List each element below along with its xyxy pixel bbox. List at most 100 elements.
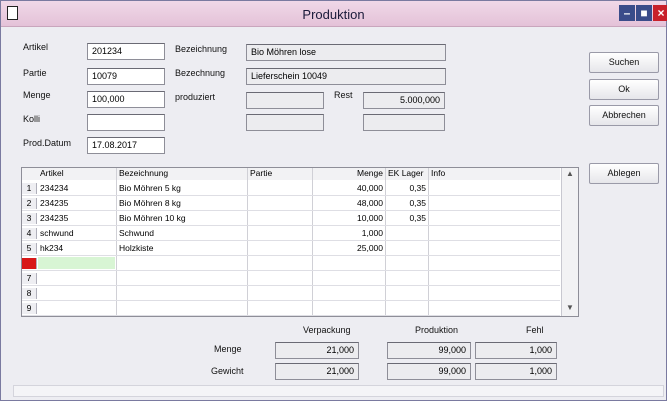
cell-bezeichnung[interactable] xyxy=(117,288,247,299)
scroll-down-icon[interactable]: ▼ xyxy=(562,302,578,314)
cell-eklager[interactable] xyxy=(386,228,428,239)
cell-menge[interactable]: 40,000 xyxy=(313,183,385,194)
row-number[interactable]: 7 xyxy=(22,273,37,284)
cell-artikel[interactable] xyxy=(38,303,116,314)
cell-bezeichnung[interactable] xyxy=(117,303,247,314)
scroll-up-icon[interactable]: ▲ xyxy=(562,168,578,180)
row-number[interactable]: 1 xyxy=(22,183,37,194)
cell-menge[interactable] xyxy=(313,273,385,284)
minimize-button[interactable]: – xyxy=(619,5,635,21)
cell-info[interactable] xyxy=(429,228,559,239)
cell-menge[interactable]: 10,000 xyxy=(313,213,385,224)
cell-menge[interactable]: 25,000 xyxy=(313,243,385,254)
gewicht-fehl-field[interactable]: 1,000 xyxy=(475,363,557,380)
cell-eklager[interactable] xyxy=(386,303,428,314)
produziert-field[interactable] xyxy=(246,92,324,109)
cell-menge[interactable]: 48,000 xyxy=(313,198,385,209)
suchen-button[interactable]: Suchen xyxy=(589,52,659,73)
cell-menge[interactable] xyxy=(313,258,385,269)
cell-eklager[interactable]: 0,35 xyxy=(386,183,428,194)
cell-artikel[interactable]: 234235 xyxy=(38,213,116,224)
col-header-artikel[interactable]: Artikel xyxy=(38,168,116,179)
cell-info[interactable] xyxy=(429,243,559,254)
abbrechen-button[interactable]: Abbrechen xyxy=(589,105,659,126)
menge-verpackung-field[interactable]: 21,000 xyxy=(275,342,359,359)
col-header-partie[interactable]: Partie xyxy=(248,168,312,179)
cell-bezeichnung[interactable]: Schwund xyxy=(117,228,247,239)
menge-field[interactable]: 100,000 xyxy=(87,91,165,108)
cell-info[interactable] xyxy=(429,183,559,194)
cell-bezeichnung[interactable]: Bio Möhren 8 kg xyxy=(117,198,247,209)
row-number[interactable]: 3 xyxy=(22,213,37,224)
col-header-menge[interactable]: Menge xyxy=(313,168,385,179)
menge-produktion-field[interactable]: 99,000 xyxy=(387,342,471,359)
cell-eklager[interactable] xyxy=(386,258,428,269)
cell-partie[interactable] xyxy=(248,258,312,269)
gewicht-verpackung-field[interactable]: 21,000 xyxy=(275,363,359,380)
verpackung-header: Verpackung xyxy=(303,325,351,335)
cell-info[interactable] xyxy=(429,288,559,299)
title-bar[interactable]: Produktion – ■ × xyxy=(1,1,667,27)
artikel-field[interactable]: 201234 xyxy=(87,43,165,60)
cell-partie[interactable] xyxy=(248,303,312,314)
cell-partie[interactable] xyxy=(248,243,312,254)
col-header-info[interactable]: Info xyxy=(429,168,559,179)
cell-bezeichnung[interactable]: Bio Möhren 10 kg xyxy=(117,213,247,224)
cell-bezeichnung[interactable]: Bio Möhren 5 kg xyxy=(117,183,247,194)
cell-artikel[interactable] xyxy=(38,258,116,269)
bezeichnung-field[interactable]: Bio Möhren lose xyxy=(246,44,446,61)
cell-partie[interactable] xyxy=(248,183,312,194)
row-number[interactable]: 9 xyxy=(22,303,37,314)
cell-info[interactable] xyxy=(429,198,559,209)
row-number[interactable]: 4 xyxy=(22,228,37,239)
cell-info[interactable] xyxy=(429,258,559,269)
cell-info[interactable] xyxy=(429,213,559,224)
cell-artikel[interactable] xyxy=(38,288,116,299)
cell-partie[interactable] xyxy=(248,228,312,239)
cell-eklager[interactable]: 0,35 xyxy=(386,198,428,209)
cell-eklager[interactable]: 0,35 xyxy=(386,213,428,224)
col-header-eklager[interactable]: EK Lager xyxy=(386,168,428,179)
cell-artikel[interactable]: 234235 xyxy=(38,198,116,209)
bezeichnung2-field[interactable]: Lieferschein 10049 xyxy=(246,68,446,85)
cell-menge[interactable] xyxy=(313,288,385,299)
gewicht-produktion-field[interactable]: 99,000 xyxy=(387,363,471,380)
kolli-field[interactable] xyxy=(87,114,165,131)
cell-partie[interactable] xyxy=(248,273,312,284)
cell-bezeichnung[interactable] xyxy=(117,258,247,269)
cell-artikel[interactable]: hk234 xyxy=(38,243,116,254)
cell-partie[interactable] xyxy=(248,288,312,299)
positions-table: Artikel Bezeichnung Partie Menge EK Lage… xyxy=(21,167,579,317)
cell-eklager[interactable] xyxy=(386,273,428,284)
maximize-button[interactable]: ■ xyxy=(636,5,652,21)
cell-menge[interactable]: 1,000 xyxy=(313,228,385,239)
cell-menge[interactable] xyxy=(313,303,385,314)
cell-eklager[interactable] xyxy=(386,288,428,299)
cell-info[interactable] xyxy=(429,303,559,314)
cell-bezeichnung[interactable]: Holzkiste xyxy=(117,243,247,254)
extra-field-2[interactable] xyxy=(363,114,445,131)
cell-bezeichnung[interactable] xyxy=(117,273,247,284)
rest-field[interactable]: 5.000,000 xyxy=(363,92,445,109)
row-number[interactable]: 6 xyxy=(22,258,37,269)
table-scrollbar[interactable]: ▲ ▼ xyxy=(561,168,578,316)
artikel-label: Artikel xyxy=(23,42,49,52)
menge-fehl-field[interactable]: 1,000 xyxy=(475,342,557,359)
row-number[interactable]: 8 xyxy=(22,288,37,299)
cell-artikel[interactable]: schwund xyxy=(38,228,116,239)
cell-info[interactable] xyxy=(429,273,559,284)
row-number[interactable]: 2 xyxy=(22,198,37,209)
partie-field[interactable]: 10079 xyxy=(87,68,165,85)
extra-field-1[interactable] xyxy=(246,114,324,131)
cell-artikel[interactable]: 234234 xyxy=(38,183,116,194)
col-header-bezeichnung[interactable]: Bezeichnung xyxy=(117,168,247,179)
ablegen-button[interactable]: Ablegen xyxy=(589,163,659,184)
cell-eklager[interactable] xyxy=(386,243,428,254)
cell-partie[interactable] xyxy=(248,213,312,224)
ok-button[interactable]: Ok xyxy=(589,79,659,100)
row-number[interactable]: 5 xyxy=(22,243,37,254)
cell-partie[interactable] xyxy=(248,198,312,209)
close-button[interactable]: × xyxy=(653,5,667,21)
cell-artikel[interactable] xyxy=(38,273,116,284)
proddatum-field[interactable]: 17.08.2017 xyxy=(87,137,165,154)
